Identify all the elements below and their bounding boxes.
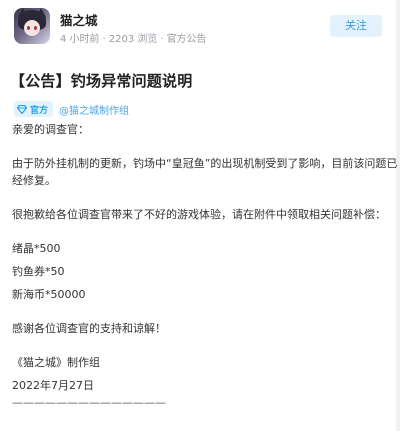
view-count: 2203 浏览 xyxy=(108,34,158,45)
team-link[interactable]: @猫之城制作组 xyxy=(59,102,129,117)
signature: 《猫之城》制作组 xyxy=(12,356,100,369)
post-page: 猫之城 4 小时前 · 2203 浏览 · 官方公告 关注 【公告】钓场异常问题说明 官… xyxy=(0,0,400,431)
meta-separator: · xyxy=(160,34,164,45)
official-row: 官方 @猫之城制作组 xyxy=(14,100,129,118)
follow-button[interactable]: 关注 xyxy=(330,15,382,37)
reward-item: 钓鱼券*50 xyxy=(12,265,65,278)
post-title: 【公告】钓场异常问题说明 xyxy=(10,72,193,90)
avatar[interactable] xyxy=(14,8,50,44)
post-date: 2022年7月27日 xyxy=(12,379,94,392)
greeting: 亲爱的调查官： xyxy=(12,123,89,136)
meta-separator: · xyxy=(102,34,106,45)
official-badge: 官方 xyxy=(14,101,54,117)
author-name[interactable]: 猫之城 xyxy=(60,10,98,29)
paragraph-compensation: 很抱歉给各位调查官带来了不好的游戏体验，请在附件中领取相关问题补偿： xyxy=(12,208,386,221)
thanks-text: 感谢各位调查官的支持和谅解！ xyxy=(12,322,166,335)
post-header: 猫之城 4 小时前 · 2203 浏览 · 官方公告 关注 xyxy=(0,0,396,50)
post-time: 4 小时前 xyxy=(60,34,100,45)
post-category[interactable]: 官方公告 xyxy=(167,34,207,45)
avatar-eye-left xyxy=(27,26,30,30)
post-body: 亲爱的调查官： 由于防外挂机制的更新，钓场中“皇冠鱼”的出现机制受到了影响，目前… xyxy=(12,121,398,411)
official-badge-label: 官方 xyxy=(30,105,49,116)
avatar-eye-right xyxy=(34,26,37,30)
scrollbar-track[interactable] xyxy=(396,0,400,431)
divider-line: —————————————— xyxy=(12,396,166,409)
paragraph-line: 经修复。 xyxy=(12,174,56,187)
reward-item: 新海币*50000 xyxy=(12,288,86,301)
reward-item: 绪晶*500 xyxy=(12,242,61,255)
diamond-icon xyxy=(17,104,27,114)
post-meta: 4 小时前 · 2203 浏览 · 官方公告 xyxy=(60,30,207,45)
paragraph-line: 由于防外挂机制的更新，钓场中“皇冠鱼”的出现机制受到了影响，目前该问题已 xyxy=(12,157,398,170)
